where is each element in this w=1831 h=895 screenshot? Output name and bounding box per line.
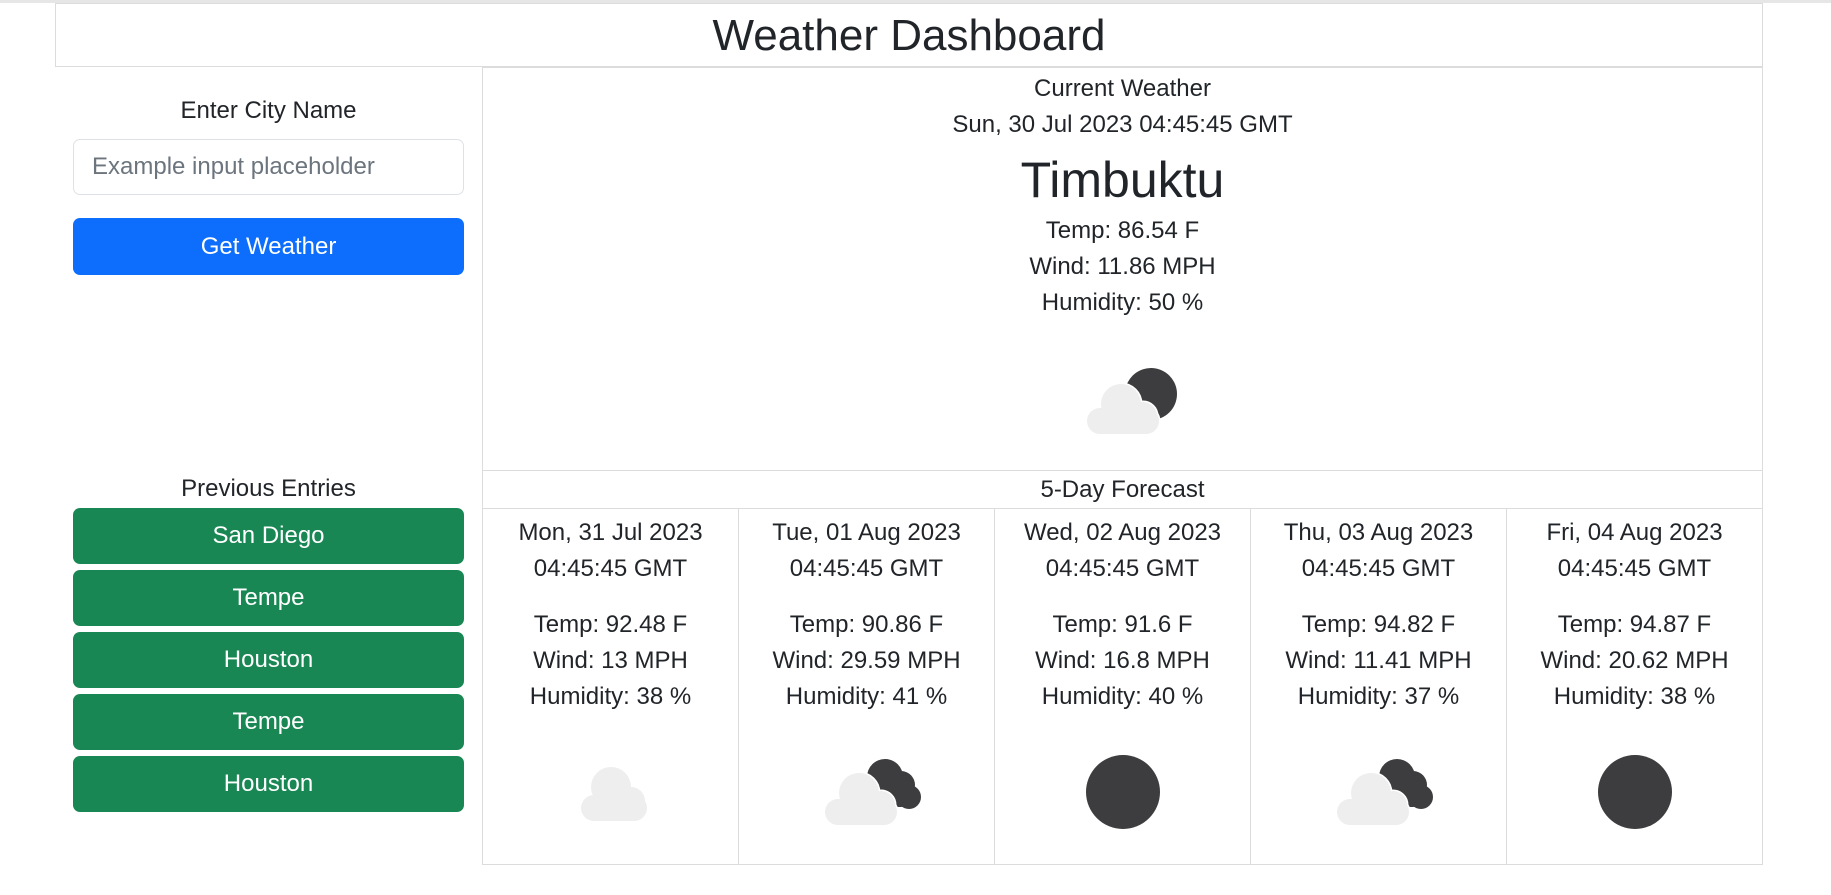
get-weather-button[interactable]: Get Weather xyxy=(73,218,464,275)
forecast-card: Fri, 04 Aug 2023 04:45:45 GMT Temp: 94.8… xyxy=(1507,508,1763,865)
forecast-temp: Temp: 92.48 F xyxy=(533,611,688,638)
clear-night-icon xyxy=(1085,755,1160,829)
forecast-date: Tue, 01 Aug 2023 04:45:45 GMT xyxy=(772,519,961,582)
forecast-wind: Wind: 13 MPH xyxy=(533,647,688,674)
current-weather-panel: Current Weather Sun, 30 Jul 2023 04:45:4… xyxy=(482,67,1763,471)
forecast-date: Wed, 02 Aug 2023 04:45:45 GMT xyxy=(1023,519,1222,582)
city-search-input[interactable] xyxy=(73,139,464,195)
forecast-humidity: Humidity: 41 % xyxy=(785,683,948,710)
forecast-cards: Mon, 31 Jul 2023 04:45:45 GMT Temp: 92.4… xyxy=(482,508,1763,865)
forecast-temp: Temp: 94.82 F xyxy=(1301,611,1456,638)
forecast-heading: 5-Day Forecast xyxy=(482,470,1763,509)
forecast-wind: Wind: 16.8 MPH xyxy=(1035,647,1210,674)
forecast-wind: Wind: 29.59 MPH xyxy=(772,647,961,674)
forecast-humidity: Humidity: 40 % xyxy=(1041,683,1204,710)
forecast-card: Mon, 31 Jul 2023 04:45:45 GMT Temp: 92.4… xyxy=(482,508,739,865)
forecast-card: Tue, 01 Aug 2023 04:45:45 GMT Temp: 90.8… xyxy=(739,508,995,865)
history-button-houston[interactable]: Houston xyxy=(73,756,464,812)
current-humidity: Humidity: 50 % xyxy=(1041,289,1204,316)
current-weather-heading: Current Weather xyxy=(1034,75,1211,102)
forecast-card: Wed, 02 Aug 2023 04:45:45 GMT Temp: 91.6… xyxy=(995,508,1251,865)
forecast-date: Fri, 04 Aug 2023 04:45:45 GMT xyxy=(1546,519,1723,582)
forecast-humidity: Humidity: 38 % xyxy=(529,683,692,710)
page-title: Weather Dashboard xyxy=(55,3,1763,67)
previous-entries-label: Previous Entries xyxy=(181,475,356,502)
current-weather-date: Sun, 30 Jul 2023 04:45:45 GMT xyxy=(952,111,1293,138)
current-wind: Wind: 11.86 MPH xyxy=(1029,253,1216,280)
history-button-tempe[interactable]: Tempe xyxy=(73,694,464,750)
history-button-houston[interactable]: Houston xyxy=(73,632,464,688)
city-input-label: Enter City Name xyxy=(180,97,357,124)
forecast-wind: Wind: 11.41 MPH xyxy=(1285,647,1472,674)
forecast-humidity: Humidity: 38 % xyxy=(1553,683,1716,710)
history-button-san-diego[interactable]: San Diego xyxy=(73,508,464,564)
clear-night-icon xyxy=(1597,755,1672,829)
partly-cloudy-night-icon xyxy=(1085,368,1177,436)
forecast-wind: Wind: 20.62 MPH xyxy=(1540,647,1729,674)
broken-clouds-icon xyxy=(823,759,921,827)
forecast-humidity: Humidity: 37 % xyxy=(1297,683,1460,710)
previous-entries-list: San Diego Tempe Houston Tempe Houston xyxy=(73,508,464,818)
current-city-name: Timbuktu xyxy=(1020,152,1225,208)
forecast-date: Thu, 03 Aug 2023 04:45:45 GMT xyxy=(1283,519,1474,582)
broken-clouds-icon xyxy=(1335,759,1433,827)
forecast-temp: Temp: 94.87 F xyxy=(1557,611,1712,638)
current-temp: Temp: 86.54 F xyxy=(1045,217,1200,244)
history-button-tempe[interactable]: Tempe xyxy=(73,570,464,626)
forecast-date: Mon, 31 Jul 2023 04:45:45 GMT xyxy=(518,519,703,582)
forecast-temp: Temp: 91.6 F xyxy=(1052,611,1193,638)
cloud-icon xyxy=(580,767,647,821)
forecast-temp: Temp: 90.86 F xyxy=(789,611,944,638)
forecast-card: Thu, 03 Aug 2023 04:45:45 GMT Temp: 94.8… xyxy=(1251,508,1507,865)
